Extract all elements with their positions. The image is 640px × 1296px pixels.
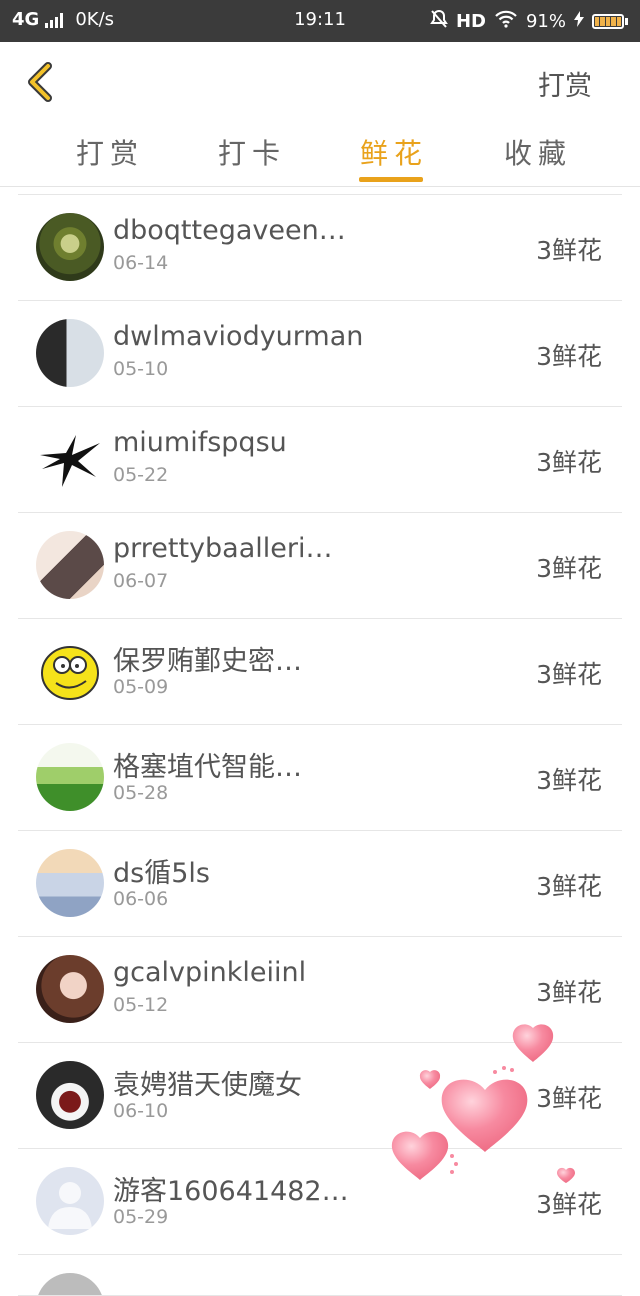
- flower-amount: 3鲜花: [536, 554, 602, 583]
- status-bar: 4G 0K/s 19:11 HD 91%: [0, 0, 640, 42]
- app-header: 打赏: [0, 42, 640, 122]
- user-name: dwlmaviodyurman: [113, 321, 364, 352]
- tab-flowers[interactable]: 鲜花: [360, 132, 428, 172]
- avatar: [36, 1273, 104, 1295]
- flower-list: dboqttegaveen… 06-14 3鲜花 dwlmaviodyurman…: [18, 194, 622, 1296]
- user-name: ds循5ls: [113, 858, 210, 889]
- date: 05-22: [113, 464, 169, 486]
- flower-amount: 3鲜花: [536, 978, 602, 1007]
- user-name: 格塞埴代智能…: [113, 752, 302, 783]
- avatar: [36, 743, 104, 811]
- date: 05-12: [113, 994, 169, 1016]
- user-name: 袁娉猎天使魔女: [113, 1070, 302, 1101]
- chevron-left-icon: [28, 62, 52, 102]
- user-name: dboqttegaveen…: [113, 215, 346, 246]
- user-name: prrettybaalleri…: [113, 533, 333, 564]
- avatar: [36, 955, 104, 1023]
- flower-amount: 3鲜花: [536, 448, 602, 477]
- avatar: [36, 425, 104, 493]
- avatar: [36, 849, 104, 917]
- date: 05-09: [113, 676, 169, 698]
- active-tab-indicator: [359, 177, 423, 182]
- charging-icon: [574, 11, 584, 32]
- user-name: 保罗贿鄞史密…: [113, 646, 302, 677]
- tab-checkin[interactable]: 打卡: [218, 132, 286, 172]
- user-name: gcalvpinkleiinl: [113, 957, 307, 988]
- date: 05-10: [113, 358, 169, 380]
- list-item[interactable]: gcalvpinkleiinl 05-12 3鲜花: [18, 937, 622, 1043]
- user-name: 游客160641482…: [113, 1176, 349, 1207]
- avatar: [36, 319, 104, 387]
- hd-indicator: HD: [455, 11, 486, 32]
- flower-amount: 3鲜花: [536, 342, 602, 371]
- battery-icon: [592, 14, 628, 29]
- flower-amount: 3鲜花: [536, 660, 602, 689]
- battery-percent: 91%: [525, 11, 566, 32]
- list-item[interactable]: dwlmaviodyurman 05-10 3鲜花: [18, 301, 622, 407]
- tab-reward[interactable]: 打赏: [76, 132, 144, 172]
- flower-amount: 3鲜花: [536, 1084, 602, 1113]
- list-item-partial[interactable]: [18, 1255, 622, 1296]
- date: 06-07: [113, 570, 169, 592]
- date: 06-06: [113, 888, 169, 910]
- date: 06-10: [113, 1100, 169, 1122]
- tab-favorites[interactable]: 收藏: [504, 132, 572, 172]
- avatar: [36, 637, 104, 705]
- flower-amount: 3鲜花: [536, 1190, 602, 1219]
- user-name: miumifspqsu: [113, 427, 287, 458]
- list-item[interactable]: 格塞埴代智能… 05-28 3鲜花: [18, 725, 622, 831]
- tab-bar: 打赏 打卡 鲜花 收藏: [0, 122, 640, 187]
- list-item[interactable]: 游客160641482… 05-29 3鲜花: [18, 1149, 622, 1255]
- date: 05-29: [113, 1206, 169, 1228]
- reward-button[interactable]: 打赏: [538, 64, 592, 103]
- flower-amount: 3鲜花: [536, 766, 602, 795]
- back-button[interactable]: [22, 60, 62, 104]
- list-item[interactable]: prrettybaalleri… 06-07 3鲜花: [18, 513, 622, 619]
- list-item[interactable]: dboqttegaveen… 06-14 3鲜花: [18, 195, 622, 301]
- list-item[interactable]: 袁娉猎天使魔女 06-10 3鲜花: [18, 1043, 622, 1149]
- bell-off-icon: [430, 9, 448, 34]
- flower-amount: 3鲜花: [536, 236, 602, 265]
- wifi-icon: [494, 10, 518, 33]
- avatar: [36, 1061, 104, 1129]
- list-item[interactable]: ds循5ls 06-06 3鲜花: [18, 831, 622, 937]
- date: 05-28: [113, 782, 169, 804]
- avatar: [36, 1167, 104, 1235]
- list-item[interactable]: miumifspqsu 05-22 3鲜花: [18, 407, 622, 513]
- avatar: [36, 531, 104, 599]
- flower-amount: 3鲜花: [536, 872, 602, 901]
- avatar: [36, 213, 104, 281]
- date: 06-14: [113, 252, 169, 274]
- list-item[interactable]: 保罗贿鄞史密… 05-09 3鲜花: [18, 619, 622, 725]
